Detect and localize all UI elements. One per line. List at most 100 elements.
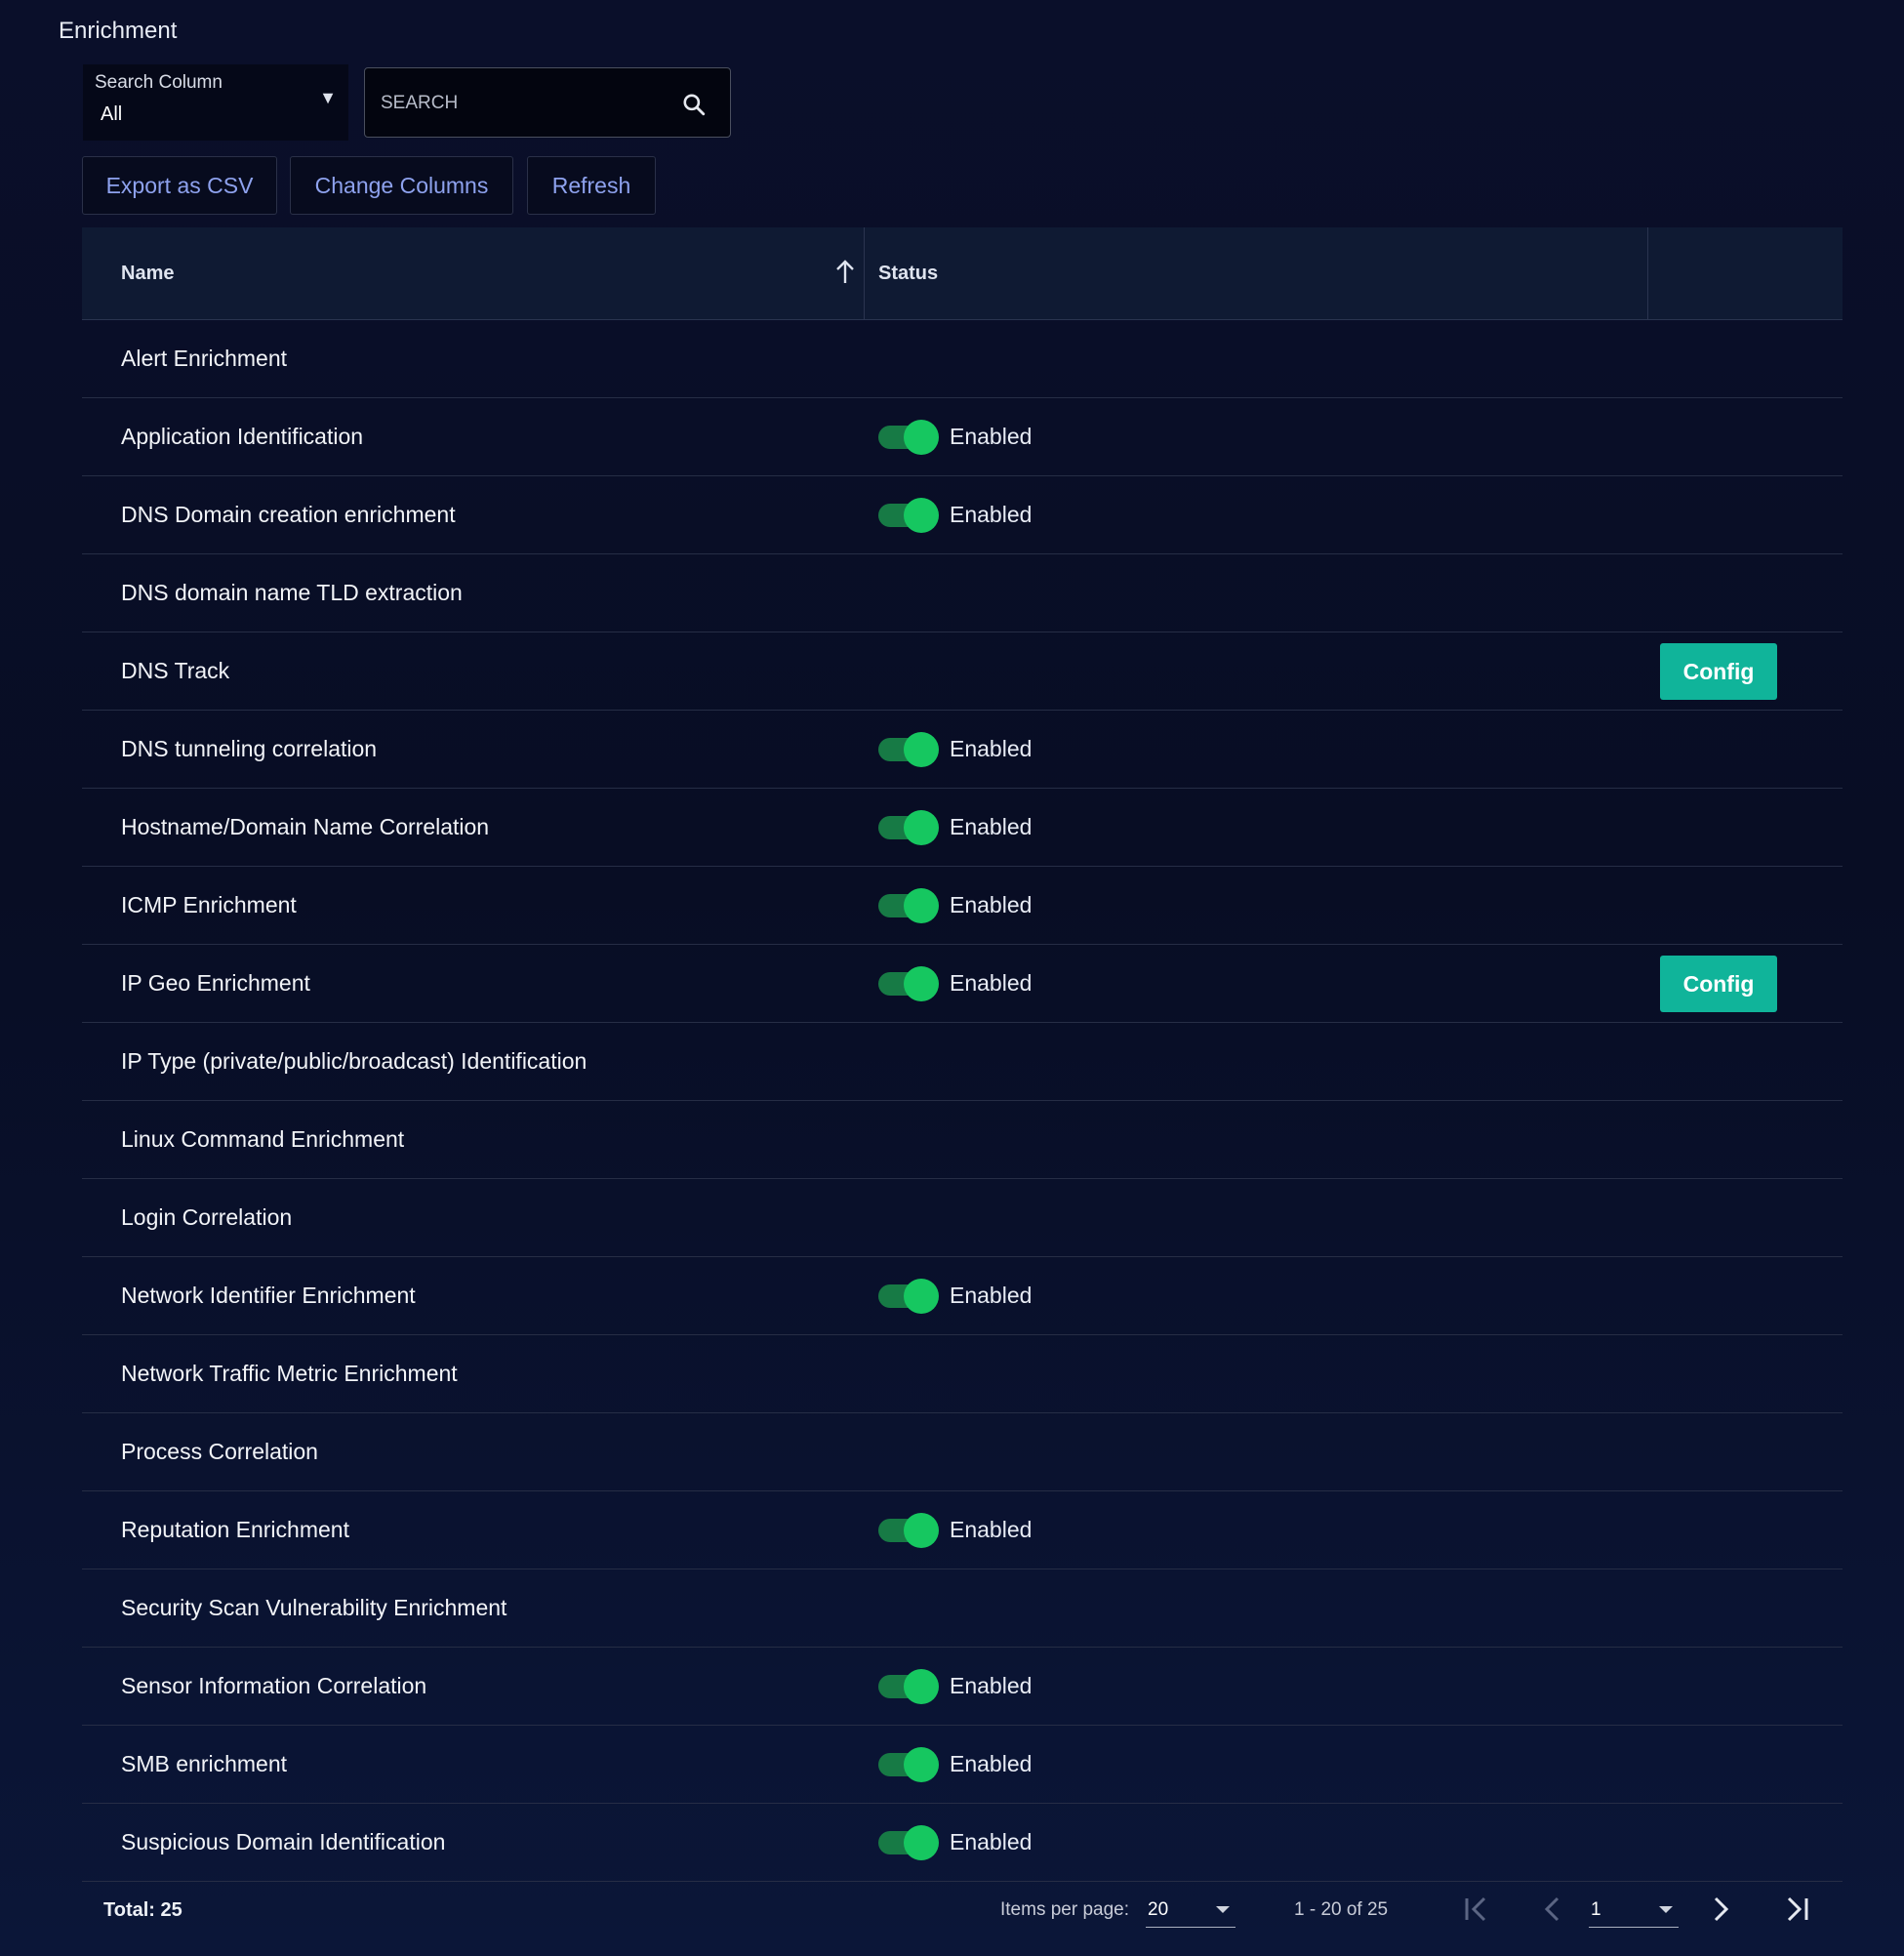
- row-name: Process Correlation: [121, 1439, 318, 1464]
- row-name: DNS tunneling correlation: [121, 736, 378, 761]
- items-per-page-label: Items per page:: [1000, 1899, 1130, 1920]
- table-row: Alert Enrichment: [82, 320, 1843, 398]
- items-per-page-select[interactable]: 20: [1146, 1892, 1236, 1928]
- row-name: Network Traffic Metric Enrichment: [121, 1361, 458, 1386]
- row-name: IP Geo Enrichment: [121, 970, 310, 996]
- row-name: Linux Command Enrichment: [121, 1126, 405, 1152]
- previous-page-icon[interactable]: [1533, 1890, 1572, 1929]
- status-label: Enabled: [950, 1673, 1033, 1698]
- row-name: DNS Track: [121, 658, 230, 683]
- status-cell: Enabled: [878, 789, 1032, 866]
- enabled-toggle[interactable]: [878, 731, 939, 767]
- search-column-select[interactable]: Search Column All ▼: [83, 64, 348, 141]
- enabled-toggle[interactable]: [878, 1668, 939, 1704]
- row-name: DNS Domain creation enrichment: [121, 502, 456, 527]
- table-row: DNS tunneling correlation Enabled: [82, 711, 1843, 789]
- row-name: Login Correlation: [121, 1204, 293, 1230]
- table-row: DNS Track Config: [82, 632, 1843, 711]
- search-input[interactable]: [379, 68, 675, 139]
- row-name: Network Identifier Enrichment: [121, 1283, 416, 1308]
- config-button[interactable]: Config: [1660, 956, 1777, 1012]
- column-divider: [1647, 227, 1648, 319]
- table-row: Linux Command Enrichment: [82, 1101, 1843, 1179]
- row-name: IP Type (private/public/broadcast) Ident…: [121, 1048, 587, 1074]
- enabled-toggle[interactable]: [878, 1278, 939, 1314]
- status-label: Enabled: [950, 892, 1033, 917]
- status-cell: Enabled: [878, 711, 1032, 788]
- status-cell: Enabled: [878, 1726, 1032, 1803]
- total-count: Total: 25: [103, 1899, 182, 1921]
- toggle-knob: [904, 1668, 939, 1704]
- status-label: Enabled: [950, 502, 1033, 527]
- status-cell: Enabled: [878, 1257, 1032, 1334]
- status-label: Enabled: [950, 970, 1033, 996]
- table-row: Security Scan Vulnerability Enrichment: [82, 1569, 1843, 1648]
- table-row: Application Identification Enabled: [82, 398, 1843, 476]
- status-label: Enabled: [950, 1517, 1033, 1542]
- refresh-button[interactable]: Refresh: [527, 156, 656, 215]
- table-row: Sensor Information Correlation Enabled: [82, 1648, 1843, 1726]
- toggle-knob: [904, 1278, 939, 1314]
- page-number-value: 1: [1591, 1899, 1601, 1920]
- column-header-name[interactable]: Name: [121, 227, 174, 319]
- table-row: SMB enrichment Enabled: [82, 1726, 1843, 1804]
- search-icon[interactable]: [681, 92, 707, 117]
- toggle-knob: [904, 1512, 939, 1548]
- row-name: Sensor Information Correlation: [121, 1673, 427, 1698]
- row-name: ICMP Enrichment: [121, 892, 297, 917]
- enrichment-table: Name Status Alert Enrichment Application …: [82, 227, 1843, 1882]
- table-body: Alert Enrichment Application Identificati…: [82, 320, 1843, 1882]
- enabled-toggle[interactable]: [878, 965, 939, 1001]
- enabled-toggle[interactable]: [878, 1746, 939, 1782]
- status-cell: Enabled: [878, 398, 1032, 475]
- enabled-toggle[interactable]: [878, 1512, 939, 1548]
- status-cell: Enabled: [878, 867, 1032, 944]
- table-row: IP Type (private/public/broadcast) Ident…: [82, 1023, 1843, 1101]
- toggle-knob: [904, 965, 939, 1001]
- enabled-toggle[interactable]: [878, 1824, 939, 1860]
- toggle-knob: [904, 419, 939, 455]
- enabled-toggle[interactable]: [878, 887, 939, 923]
- first-page-icon[interactable]: [1457, 1890, 1496, 1929]
- status-cell: Enabled: [878, 945, 1032, 1022]
- search-box[interactable]: [364, 67, 731, 139]
- status-label: Enabled: [950, 814, 1033, 839]
- table-row: Network Identifier Enrichment Enabled: [82, 1257, 1843, 1335]
- caret-down-icon: [1216, 1906, 1230, 1913]
- next-page-icon[interactable]: [1701, 1890, 1740, 1929]
- page-number-select[interactable]: 1: [1589, 1892, 1679, 1928]
- toggle-knob: [904, 1746, 939, 1782]
- config-button[interactable]: Config: [1660, 643, 1777, 700]
- paginator: Total: 25 Items per page: 20 1 - 20 of 2…: [0, 1864, 1904, 1956]
- arrow-up-icon[interactable]: [833, 257, 857, 286]
- row-name: Reputation Enrichment: [121, 1517, 349, 1542]
- table-row: Network Traffic Metric Enrichment: [82, 1335, 1843, 1413]
- dropdown-triangle-icon: ▼: [319, 88, 337, 107]
- table-row: IP Geo Enrichment Enabled Config: [82, 945, 1843, 1023]
- status-label: Enabled: [950, 1751, 1033, 1776]
- change-columns-button[interactable]: Change Columns: [290, 156, 513, 215]
- table-row: Reputation Enrichment Enabled: [82, 1491, 1843, 1569]
- search-column-value: All: [101, 103, 123, 125]
- table-header: Name Status: [82, 227, 1843, 320]
- column-header-status[interactable]: Status: [878, 227, 938, 319]
- export-csv-button[interactable]: Export as CSV: [82, 156, 277, 215]
- column-divider: [864, 227, 865, 319]
- last-page-icon[interactable]: [1777, 1890, 1816, 1929]
- table-row: ICMP Enrichment Enabled: [82, 867, 1843, 945]
- toggle-knob: [904, 809, 939, 845]
- row-name: Hostname/Domain Name Correlation: [121, 814, 490, 839]
- caret-down-icon: [1659, 1906, 1673, 1913]
- row-name: Security Scan Vulnerability Enrichment: [121, 1595, 507, 1620]
- enabled-toggle[interactable]: [878, 497, 939, 533]
- page-title: Enrichment: [59, 18, 178, 44]
- enabled-toggle[interactable]: [878, 419, 939, 455]
- table-row: DNS domain name TLD extraction: [82, 554, 1843, 632]
- toggle-knob: [904, 731, 939, 767]
- status-cell: Enabled: [878, 1648, 1032, 1725]
- row-name: DNS domain name TLD extraction: [121, 580, 463, 605]
- items-per-page-value: 20: [1148, 1899, 1169, 1920]
- row-name: SMB enrichment: [121, 1751, 288, 1776]
- status-cell: Enabled: [878, 1491, 1032, 1569]
- enabled-toggle[interactable]: [878, 809, 939, 845]
